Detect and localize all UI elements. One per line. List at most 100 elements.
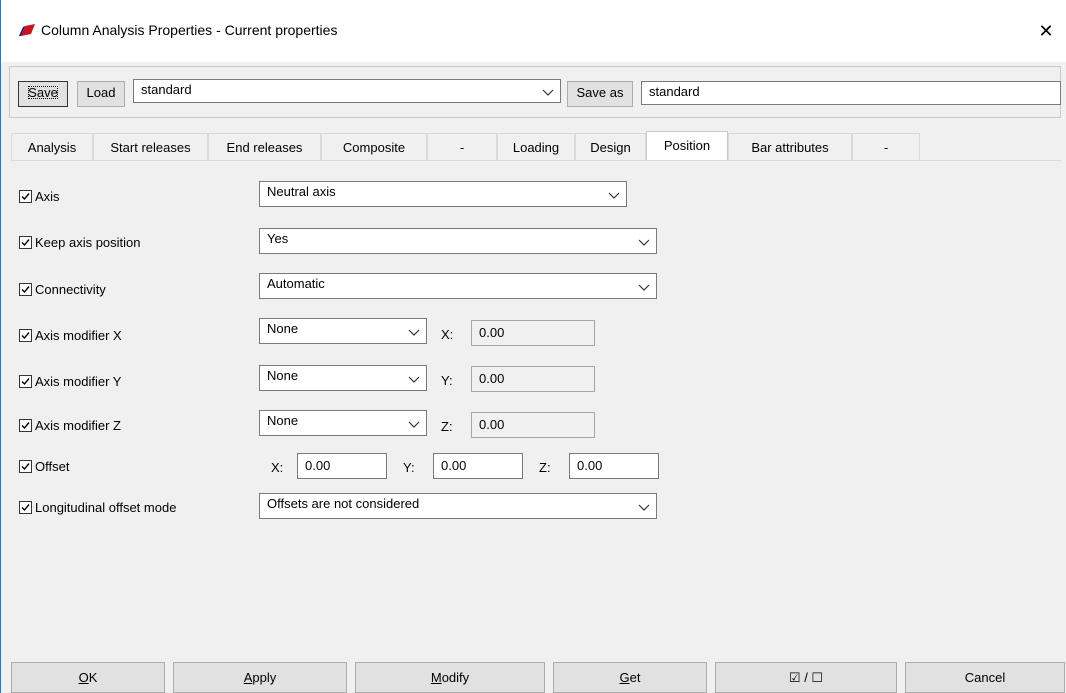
tab-strip: Analysis Start releases End releases Com… <box>11 131 1061 161</box>
dialog-window: Column Analysis Properties - Current pro… <box>0 0 1066 693</box>
axis-modifier-y-value: None <box>267 368 299 383</box>
toggle-all-checkboxes-button[interactable]: ☑ / ☐ <box>715 662 897 693</box>
offset-checkbox[interactable]: Offset <box>19 459 69 474</box>
load-button-label: Load <box>86 85 116 100</box>
tab-end-releases[interactable]: End releases <box>208 133 321 160</box>
connectivity-select[interactable]: Automatic <box>259 273 657 299</box>
axis-modifier-y-input[interactable]: 0.00 <box>471 366 595 392</box>
checkbox-checked-icon <box>19 460 32 473</box>
axis-modifier-z-input[interactable]: 0.00 <box>471 412 595 438</box>
offset-label: Offset <box>35 459 70 474</box>
axis-modifier-y-checkbox[interactable]: Axis modifier Y <box>19 374 121 389</box>
close-button[interactable]: ✕ <box>1026 14 1066 48</box>
axis-modifier-y-select[interactable]: None <box>259 365 427 391</box>
preset-toolbar: Save Load standard Save as standard <box>9 66 1061 118</box>
get-button[interactable]: Get <box>553 662 707 693</box>
get-accel: G <box>619 670 630 685</box>
axis-modifier-z-checkbox[interactable]: Axis modifier Z <box>19 418 121 433</box>
close-icon: ✕ <box>1038 21 1054 41</box>
axis-modifier-x-value: None <box>267 321 299 336</box>
longitudinal-offset-label: Longitudinal offset mode <box>35 500 177 515</box>
connectivity-select-value: Automatic <box>267 276 325 291</box>
position-tab-panel: Axis Neutral axis Keep axis position Yes… <box>11 160 1061 627</box>
axis-modifier-z-input-value: 0.00 <box>479 417 505 432</box>
longitudinal-offset-select[interactable]: Offsets are not considered <box>259 493 657 519</box>
keep-axis-checkbox[interactable]: Keep axis position <box>19 235 141 250</box>
offset-y-value: 0.00 <box>441 458 467 473</box>
tab-label: Position <box>663 138 711 153</box>
offset-x-value: 0.00 <box>305 458 331 473</box>
connectivity-label: Connectivity <box>35 282 106 297</box>
coord-y-tag: Y: <box>441 373 453 388</box>
tab-label: End releases <box>226 140 303 155</box>
tab-label: Bar attributes <box>751 140 829 155</box>
axis-modifier-x-checkbox[interactable]: Axis modifier X <box>19 328 122 343</box>
checkbox-checked-icon <box>19 375 32 388</box>
app-logo-icon <box>19 24 35 36</box>
checkbox-checked-icon <box>19 419 32 432</box>
offset-x-input[interactable]: 0.00 <box>297 453 387 479</box>
cancel-button[interactable]: Cancel <box>905 662 1065 693</box>
apply-rest: pply <box>252 670 277 685</box>
title-bar: Column Analysis Properties - Current pro… <box>1 0 1066 62</box>
save-as-button[interactable]: Save as <box>567 81 633 107</box>
modify-button[interactable]: Modify <box>355 662 545 693</box>
chevron-down-icon <box>638 239 650 246</box>
save-button[interactable]: Save <box>18 81 68 107</box>
tab-label: Start releases <box>110 140 191 155</box>
checkbox-checked-icon <box>19 236 32 249</box>
cancel-label: Cancel <box>964 670 1006 685</box>
offset-y-tag: Y: <box>403 460 415 475</box>
save-as-name-value: standard <box>649 84 700 99</box>
keep-axis-label: Keep axis position <box>35 235 141 250</box>
tab-composite[interactable]: Composite <box>321 133 427 160</box>
preset-select[interactable]: standard <box>133 79 561 103</box>
tab-design[interactable]: Design <box>575 133 646 160</box>
tab-position[interactable]: Position <box>646 131 728 161</box>
tab-label: Loading <box>512 140 560 155</box>
chevron-down-icon <box>638 284 650 291</box>
toggle-checkbox-icon: ☑ / ☐ <box>788 670 824 685</box>
checkbox-checked-icon <box>19 190 32 203</box>
axis-modifier-z-value: None <box>267 413 299 428</box>
get-rest: et <box>629 670 641 685</box>
preset-select-value: standard <box>141 82 192 97</box>
chevron-down-icon <box>638 504 650 511</box>
offset-z-input[interactable]: 0.00 <box>569 453 659 479</box>
tab-label: - <box>883 140 889 155</box>
keep-axis-select[interactable]: Yes <box>259 228 657 254</box>
chevron-down-icon <box>542 89 554 96</box>
axis-modifier-x-select[interactable]: None <box>259 318 427 344</box>
coord-x-tag: X: <box>441 327 454 342</box>
axis-select-value: Neutral axis <box>267 184 336 199</box>
load-button[interactable]: Load <box>77 81 125 107</box>
tab-blank-2[interactable]: - <box>852 133 920 160</box>
save-as-button-label: Save as <box>576 85 624 100</box>
checkbox-checked-icon <box>19 329 32 342</box>
axis-modifier-y-label: Axis modifier Y <box>35 374 122 389</box>
ok-button[interactable]: OK <box>11 662 165 693</box>
longitudinal-offset-checkbox[interactable]: Longitudinal offset mode <box>19 500 176 515</box>
tab-label: Analysis <box>27 140 77 155</box>
axis-checkbox[interactable]: Axis <box>19 189 60 204</box>
coord-z-tag: Z: <box>441 419 453 434</box>
tab-bar-attributes[interactable]: Bar attributes <box>728 133 852 160</box>
tab-blank-1[interactable]: - <box>427 133 497 160</box>
axis-modifier-z-select[interactable]: None <box>259 410 427 436</box>
offset-z-tag: Z: <box>539 460 551 475</box>
tab-loading[interactable]: Loading <box>497 133 575 160</box>
window-title: Column Analysis Properties - Current pro… <box>41 22 338 38</box>
checkbox-checked-icon <box>19 283 32 296</box>
axis-modifier-x-input[interactable]: 0.00 <box>471 320 595 346</box>
offset-y-input[interactable]: 0.00 <box>433 453 523 479</box>
save-as-name-input[interactable]: standard <box>641 81 1061 105</box>
tab-label: Design <box>590 140 631 155</box>
ok-rest: K <box>88 670 98 685</box>
connectivity-checkbox[interactable]: Connectivity <box>19 282 106 297</box>
axis-modifier-z-label: Axis modifier Z <box>35 418 121 433</box>
apply-button[interactable]: Apply <box>173 662 347 693</box>
tab-start-releases[interactable]: Start releases <box>93 133 208 160</box>
axis-select[interactable]: Neutral axis <box>259 181 627 207</box>
offset-x-tag: X: <box>271 460 284 475</box>
tab-analysis[interactable]: Analysis <box>11 133 93 160</box>
